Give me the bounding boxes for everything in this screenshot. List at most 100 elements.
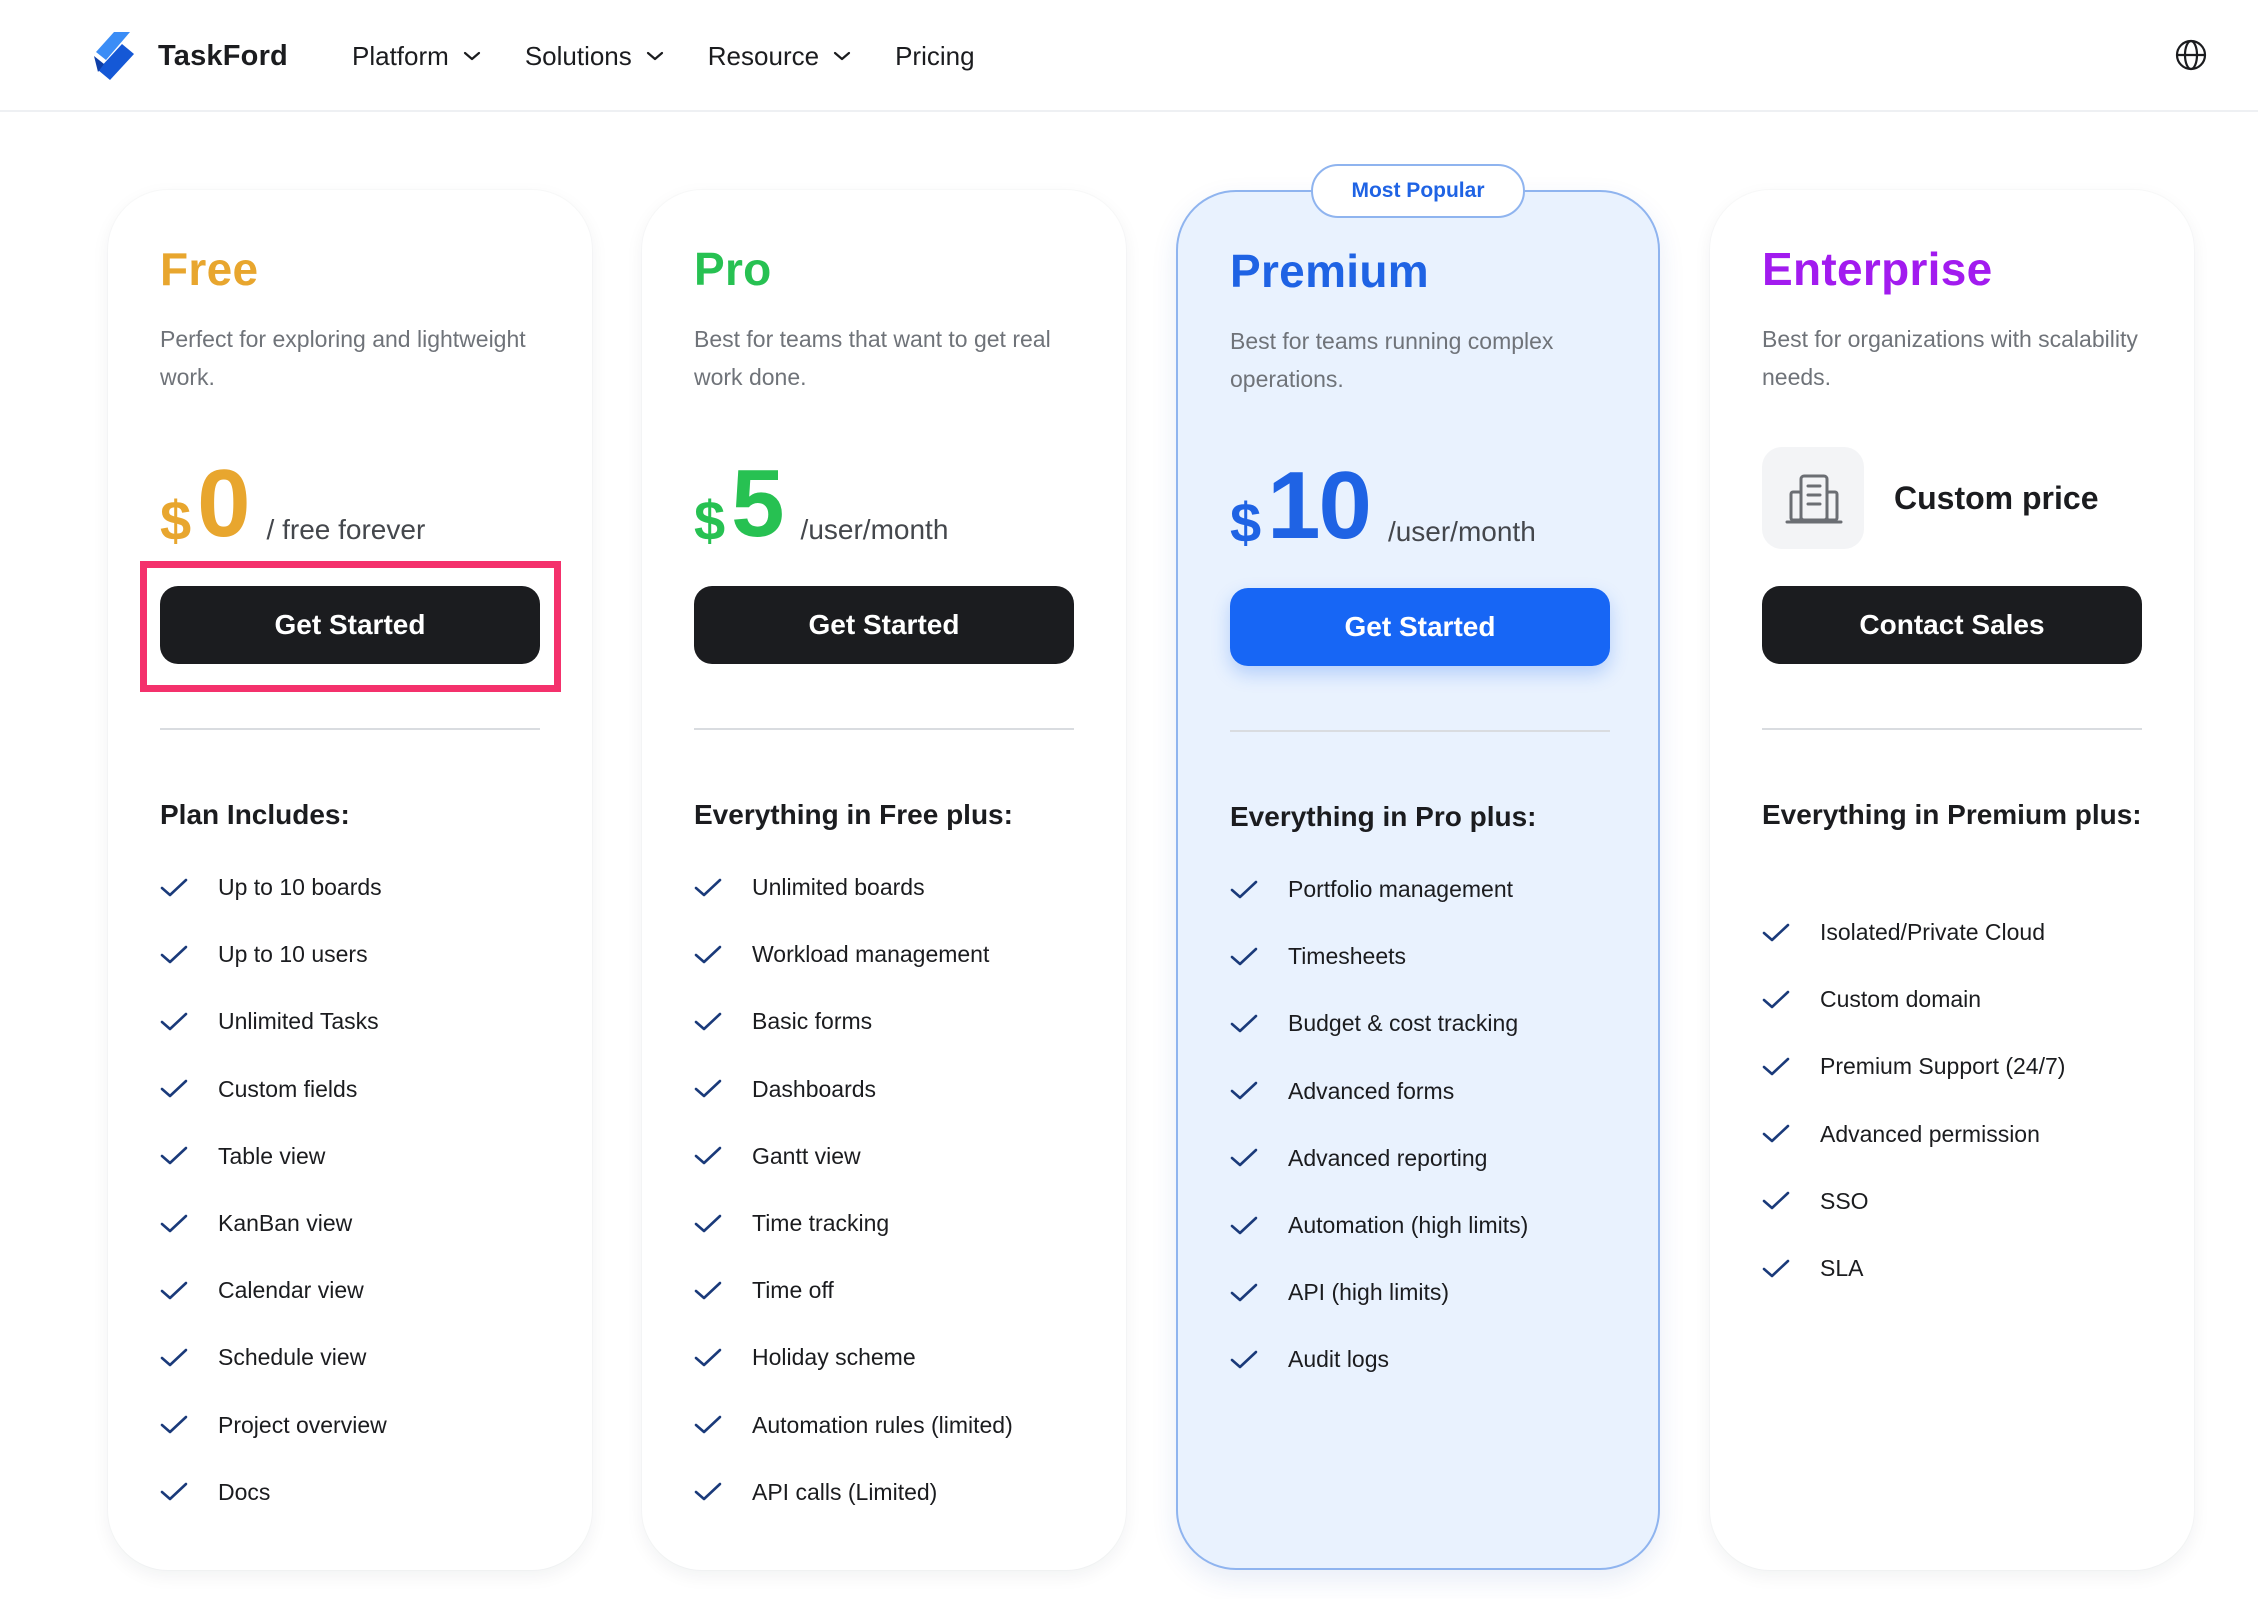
feature-item: Holiday scheme: [694, 1324, 1094, 1391]
check-icon: [1230, 947, 1258, 966]
check-icon: [694, 1079, 722, 1098]
price-amount: 10: [1267, 452, 1372, 559]
feature-label: Unlimited Tasks: [218, 1008, 379, 1035]
price-currency: $: [1230, 491, 1262, 554]
check-icon: [160, 1348, 188, 1367]
feature-item: KanBan view: [160, 1190, 560, 1257]
feature-label: Advanced permission: [1820, 1120, 2040, 1147]
feature-label: Workload management: [752, 941, 990, 968]
custom-price-label: Custom price: [1894, 479, 2099, 516]
divider: [1230, 730, 1610, 732]
feature-label: Advanced reporting: [1288, 1144, 1488, 1171]
check-icon: [160, 1281, 188, 1300]
contact-sales-button[interactable]: Contact Sales: [1762, 586, 2142, 664]
feature-item: Project overview: [160, 1392, 560, 1459]
feature-label: SSO: [1820, 1187, 1869, 1214]
divider: [1762, 728, 2142, 730]
feature-item: Isolated/Private Cloud: [1762, 899, 2162, 966]
feature-item: SSO: [1762, 1168, 2162, 1235]
check-icon: [694, 1482, 722, 1501]
features-heading: Everything in Free plus:: [694, 799, 1013, 830]
check-icon: [1230, 1149, 1258, 1167]
feature-item: Gantt view: [694, 1123, 1094, 1190]
feature-label: API calls (Limited): [752, 1478, 938, 1505]
taskford-logo-icon: [94, 32, 134, 80]
feature-label: Table view: [218, 1142, 326, 1169]
feature-label: Premium Support (24/7): [1820, 1053, 2066, 1080]
price-period: /user/month: [1387, 516, 1536, 547]
price-amount: 0: [197, 450, 250, 557]
feature-label: Up to 10 boards: [218, 874, 382, 901]
feature-item: Schedule view: [160, 1324, 560, 1391]
feature-item: Portfolio management: [1230, 856, 1630, 923]
feature-label: Custom fields: [218, 1075, 358, 1102]
main-menu: Platform Solutions Resource Pricing: [352, 30, 1019, 82]
plan-name: Free: [160, 243, 259, 295]
check-icon: [160, 1214, 188, 1232]
nav-pricing[interactable]: Pricing: [895, 41, 974, 72]
feature-label: Budget & cost tracking: [1288, 1010, 1519, 1037]
custom-price: Custom price: [1762, 446, 2098, 550]
check-icon: [694, 1281, 722, 1300]
feature-item: Custom fields: [160, 1056, 560, 1123]
feature-label: Gantt view: [752, 1142, 861, 1169]
check-icon: [160, 1415, 188, 1434]
feature-label: Time tracking: [752, 1210, 890, 1237]
feature-item: Automation rules (limited): [694, 1392, 1094, 1459]
get-started-button-pro[interactable]: Get Started: [694, 586, 1074, 664]
feature-list: Up to 10 boards Up to 10 users Unlimited T…: [160, 854, 560, 1526]
chevron-down-icon: [646, 51, 663, 61]
feature-list: Portfolio management Timesheets Budget & c…: [1230, 856, 1630, 1394]
feature-label: Isolated/Private Cloud: [1820, 919, 2046, 946]
features-heading: Plan Includes:: [160, 799, 350, 830]
feature-label: API (high limits): [1288, 1279, 1450, 1306]
plan-name: Pro: [694, 243, 772, 295]
check-icon: [694, 878, 722, 896]
feature-label: SLA: [1820, 1255, 1864, 1282]
check-icon: [160, 1482, 188, 1501]
check-icon: [160, 1147, 188, 1165]
plan-price: $ 0 / free forever: [160, 452, 425, 552]
brand-name: TaskFord: [158, 39, 288, 72]
feature-item: Workload management: [694, 921, 1094, 988]
check-icon: [694, 1214, 722, 1232]
check-icon: [1762, 1057, 1790, 1076]
check-icon: [160, 878, 188, 896]
plan-card-enterprise: Enterprise Best for organizations with s…: [1710, 190, 2194, 1570]
globe-icon[interactable]: [2174, 38, 2208, 72]
check-icon: [694, 1348, 722, 1367]
nav-solutions[interactable]: Solutions: [525, 41, 664, 72]
nav-resource-label: Resource: [707, 40, 820, 71]
check-icon: [1762, 1259, 1790, 1277]
check-icon: [1762, 923, 1790, 941]
feature-item: API (high limits): [1230, 1259, 1630, 1326]
plan-name: Premium: [1230, 245, 1429, 297]
custom-price-icon-box: [1762, 447, 1864, 549]
plan-card-premium: Premium Best for teams running complex o…: [1176, 190, 1660, 1570]
feature-label: Docs: [218, 1478, 271, 1505]
features-heading: Everything in Pro plus:: [1230, 801, 1537, 832]
plan-description: Perfect for exploring and lightweight wo…: [160, 326, 526, 390]
building-icon: [1785, 474, 1843, 524]
check-icon: [160, 945, 188, 964]
brand-logo[interactable]: TaskFord: [92, 28, 288, 84]
plan-name: Enterprise: [1762, 243, 1993, 295]
feature-item: Calendar view: [160, 1257, 560, 1324]
check-icon: [1762, 1124, 1790, 1143]
nav-platform-label: Platform: [352, 40, 449, 71]
nav-solutions-label: Solutions: [524, 40, 632, 71]
feature-item: Up to 10 boards: [160, 854, 560, 921]
feature-item: Time tracking: [694, 1190, 1094, 1257]
plan-description: Best for teams that want to get real wor…: [694, 326, 1051, 390]
feature-item: Custom domain: [1762, 966, 2162, 1033]
nav-pricing-label: Pricing: [895, 40, 975, 71]
feature-item: Unlimited Tasks: [160, 988, 560, 1055]
get-started-button-premium[interactable]: Get Started: [1230, 588, 1610, 666]
plan-price: $ 10 /user/month: [1230, 454, 1536, 554]
check-icon: [694, 1147, 722, 1165]
nav-resource[interactable]: Resource: [708, 41, 851, 72]
feature-label: Project overview: [218, 1411, 387, 1438]
feature-label: Schedule view: [218, 1344, 367, 1371]
nav-platform[interactable]: Platform: [352, 41, 481, 72]
price-currency: $: [160, 489, 192, 552]
